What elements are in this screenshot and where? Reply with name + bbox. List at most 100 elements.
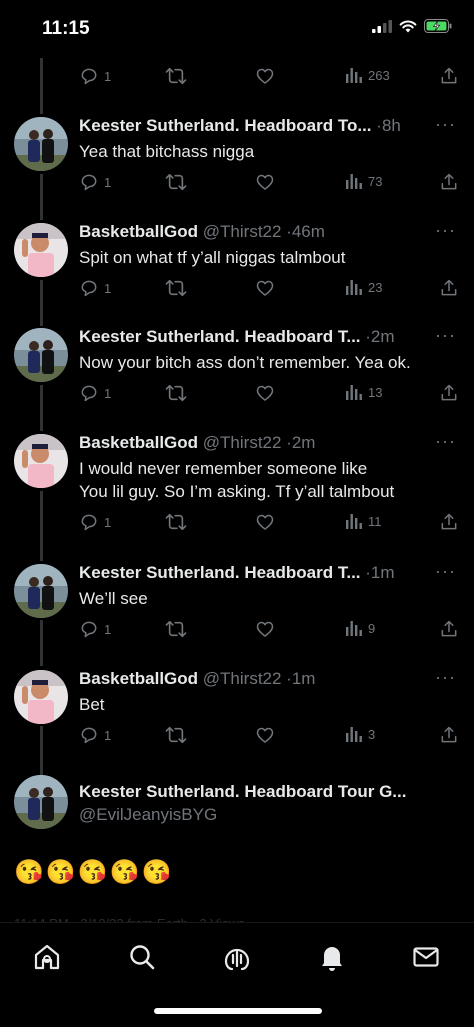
author-name[interactable]: Keester Sutherland. Headboard T... [79,563,361,582]
bar-chart-icon [346,174,362,189]
bar-chart-icon [346,68,362,83]
retweet-button[interactable] [165,383,187,403]
retweet-button[interactable] [165,725,187,745]
like-button[interactable] [255,725,275,745]
timestamp[interactable]: 2m [292,433,316,452]
share-icon [441,620,457,637]
views-count: 3 [368,726,376,742]
views-button[interactable]: 11 [345,512,382,530]
retweet-button[interactable] [165,619,187,639]
nav-notifications[interactable] [316,941,348,973]
more-options-icon[interactable]: ··· [435,325,456,346]
reply-button[interactable]: 1 [79,66,111,86]
avatar[interactable] [14,775,68,829]
retweet-button[interactable] [165,512,187,532]
views-button[interactable]: 3 [345,725,375,743]
share-button[interactable] [439,66,459,86]
like-button[interactable] [255,383,275,403]
more-options-icon[interactable]: ··· [435,114,456,135]
share-button[interactable] [439,278,459,298]
more-options-icon[interactable]: ··· [435,431,456,452]
focused-author-name[interactable]: Keester Sutherland. Headboard Tour G... [79,781,434,803]
views-button[interactable]: 9 [345,619,375,637]
more-options-icon[interactable]: ··· [435,667,456,688]
like-button[interactable] [255,619,275,639]
views-button[interactable]: 13 [345,383,382,401]
retweet-icon [165,67,187,85]
like-button[interactable] [255,172,275,192]
tweet[interactable]: BasketballGod @Thirst22 ·2m ··· I would … [0,429,474,554]
reply-count: 1 [104,514,112,530]
nav-spaces[interactable] [221,941,253,973]
reply-button[interactable]: 1 [79,172,111,192]
views-button[interactable]: 73 [345,172,382,190]
tweet[interactable]: Keester Sutherland. Headboard T... ·1m ·… [0,559,474,659]
timestamp[interactable]: 8h [382,116,401,135]
retweet-button[interactable] [165,66,187,86]
reply-button[interactable]: 1 [79,725,111,745]
tweet[interactable]: BasketballGod @Thirst22 ·46m ··· Spit on… [0,218,474,318]
like-button[interactable] [255,66,275,86]
author-name[interactable]: BasketballGod [79,222,198,241]
reply-button[interactable]: 1 [79,383,111,403]
views-count: 263 [368,67,390,83]
like-button[interactable] [255,512,275,532]
tweet[interactable]: Keester Sutherland. Headboard T... ·2m ·… [0,323,474,423]
like-button[interactable] [255,278,275,298]
views-button[interactable]: 263 [345,66,390,84]
share-button[interactable] [439,383,459,403]
retweet-icon [165,173,187,191]
bar-chart-icon [346,727,362,742]
nav-messages[interactable] [410,941,442,973]
tweet-text: I would never remember someone like You … [79,457,458,503]
author-name[interactable]: Keester Sutherland. Headboard T... [79,327,361,346]
nav-home[interactable] [31,941,63,973]
author-handle[interactable]: @Thirst22 [203,433,286,452]
avatar[interactable] [14,328,68,382]
more-options-icon[interactable]: ··· [435,561,456,582]
nav-search[interactable] [126,941,158,973]
timestamp[interactable]: 1m [292,669,316,688]
avatar[interactable] [14,434,68,488]
avatar[interactable] [14,223,68,277]
reply-icon [81,727,97,744]
tweet[interactable]: Keester Sutherland. Headboard To... ·8h … [0,112,474,212]
reply-button[interactable]: 1 [79,512,111,532]
timestamp[interactable]: 1m [371,563,395,582]
retweet-button[interactable] [165,172,187,192]
tweet[interactable]: BasketballGod @Thirst22 ·1m ··· Bet 1 3 [0,665,474,765]
author-name[interactable]: Keester Sutherland. Headboard To... [79,116,372,135]
share-icon [441,67,457,84]
status-bar: 11:15 [0,0,474,58]
share-button[interactable] [439,172,459,192]
reply-button[interactable]: 1 [79,619,111,639]
focused-author-handle[interactable]: @EvilJeanyisBYG [79,804,422,826]
tweet-header: BasketballGod @Thirst22 ·2m [79,432,422,454]
author-handle[interactable]: @Thirst22 [203,669,286,688]
views-button[interactable]: 23 [345,278,382,296]
views-count: 9 [368,620,376,636]
share-button[interactable] [439,619,459,639]
retweet-button[interactable] [165,278,187,298]
author-name[interactable]: BasketballGod [79,669,198,688]
avatar[interactable] [14,670,68,724]
timestamp[interactable]: 2m [371,327,395,346]
reply-count: 1 [104,621,112,637]
wifi-icon [399,20,417,32]
avatar[interactable] [14,117,68,171]
reply-icon [81,621,97,638]
avatar[interactable] [14,564,68,618]
reply-icon [81,174,97,191]
more-options-icon[interactable]: ··· [435,220,456,241]
bar-chart-icon [346,514,362,529]
share-button[interactable] [439,512,459,532]
author-handle[interactable]: @Thirst22 [203,222,286,241]
reply-button[interactable]: 1 [79,278,111,298]
focused-tweet[interactable]: Keester Sutherland. Headboard Tour G... … [0,773,474,913]
share-button[interactable] [439,725,459,745]
tweet-text: Spit on what tf y’all niggas talmbout [79,248,346,267]
retweet-icon [165,726,187,744]
timestamp[interactable]: 46m [292,222,325,241]
author-name[interactable]: BasketballGod [79,433,198,452]
share-icon [441,513,457,530]
